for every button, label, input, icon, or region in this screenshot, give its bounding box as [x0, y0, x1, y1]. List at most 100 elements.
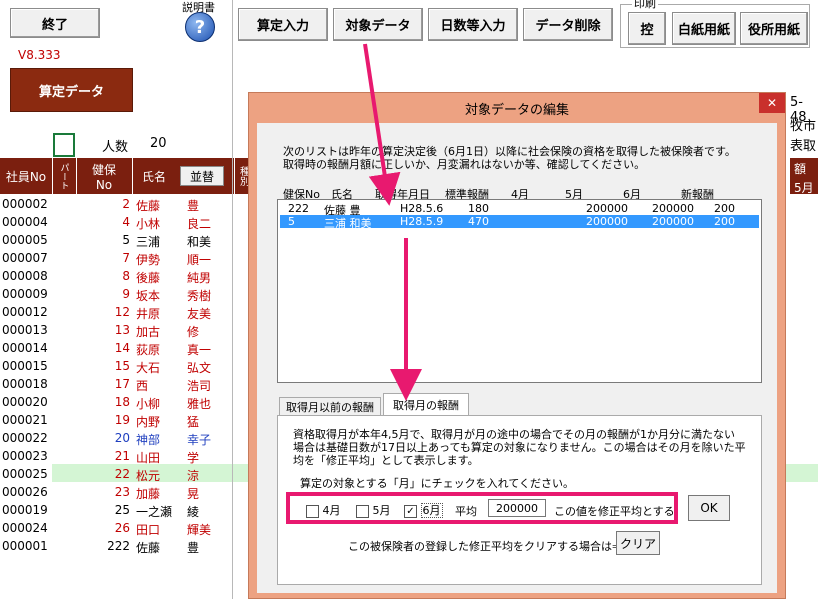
sort-button[interactable]: 並替 [180, 166, 224, 186]
kenpo-no: 9 [122, 287, 130, 301]
table-row[interactable]: 000009 9 坂本 秀樹 [0, 286, 250, 304]
record-m5: 200000 [586, 215, 628, 228]
edit-dialog: 対象データの編集 ✕ 次のリストは昨年の算定決定後（6月1日）以降に社会保険の資… [248, 92, 786, 599]
tab-acquisition-month[interactable]: 取得月の報酬 [383, 393, 469, 416]
table-row[interactable]: 000004 4 小林 良二 [0, 214, 250, 232]
blank-paper-button[interactable]: 白紙用紙 [672, 12, 736, 45]
delete-data-button[interactable]: データ削除 [523, 8, 613, 41]
first-name: 雅也 [187, 397, 212, 411]
first-name: 真一 [187, 343, 212, 357]
selected-cell-marker [53, 133, 75, 157]
kenpo-no: 22 [114, 467, 130, 481]
table-row[interactable]: 000018 17 西 浩司 [0, 376, 250, 394]
first-name: 晃 [187, 487, 200, 501]
target-data-button[interactable]: 対象データ [333, 8, 423, 41]
table-row[interactable]: 000005 5 三浦 和美 [0, 232, 250, 250]
month5-check[interactable]: 5月 [356, 502, 391, 518]
table-row[interactable]: 000026 23 加藤 晃 [0, 484, 250, 502]
month6-label: 6月 [420, 503, 443, 518]
emp-no: 000024 [2, 521, 48, 535]
record-name: 三浦 和美 [324, 217, 372, 230]
table-row[interactable]: 000013 13 加古 修 [0, 322, 250, 340]
first-name: 浩司 [187, 379, 212, 393]
average-input[interactable]: 200000 [488, 499, 546, 517]
first-name: 涼 [187, 469, 200, 483]
record-listbox[interactable]: 222 佐藤 豊 H28.5.6 180 200000 200000 200 5 三浦 和美 H2… [277, 199, 762, 383]
dialog-title: 対象データの編集 [464, 103, 569, 118]
right-edge-text-4: 額 [794, 162, 807, 176]
last-name: 加藤 [136, 487, 161, 501]
dialog-body: 次のリストは昨年の算定決定後（6月1日）以降に社会保険の資格を取得した被保険者で… [257, 123, 777, 593]
last-name: 神部 [136, 433, 161, 447]
kenpo-no: 14 [114, 341, 130, 355]
kenpo-no: 21 [114, 449, 130, 463]
table-row[interactable]: 000022 20 神部 幸子 [0, 430, 250, 448]
help-icon[interactable]: ? [185, 12, 215, 42]
last-name: 伊勢 [136, 253, 161, 267]
first-name: 純男 [187, 271, 212, 285]
table-row[interactable]: 000025 22 松元 涼 [0, 466, 250, 484]
table-row[interactable]: 000014 14 荻原 真一 [0, 340, 250, 358]
table-row[interactable]: 000020 18 小柳 雅也 [0, 394, 250, 412]
record-row[interactable]: 222 佐藤 豊 H28.5.6 180 200000 200000 200 [280, 202, 759, 217]
last-name: 小林 [136, 217, 161, 231]
santei-data-button[interactable]: 算定データ [10, 68, 133, 112]
last-name: 大石 [136, 361, 161, 375]
header-emp-no: 社員No [5, 169, 47, 184]
record-row[interactable]: 5 三浦 和美 H28.5.9 470 200000 200000 200 [280, 215, 759, 230]
record-std: 180 [468, 202, 489, 215]
emp-no: 000009 [2, 287, 48, 301]
month4-check[interactable]: 4月 [306, 502, 341, 518]
first-name: 綾 [187, 505, 200, 519]
table-row[interactable]: 000002 2 佐藤 豊 [0, 196, 250, 214]
end-button[interactable]: 終了 [10, 8, 100, 38]
emp-no: 000014 [2, 341, 48, 355]
average-label: 平均 [455, 505, 477, 518]
tab-before-month[interactable]: 取得月以前の報酬 [279, 397, 381, 415]
first-name: 豊 [187, 541, 200, 555]
santei-input-button[interactable]: 算定入力 [238, 8, 328, 41]
ok-button[interactable]: OK [688, 495, 730, 521]
record-date: H28.5.6 [400, 202, 444, 215]
record-column-headers: 健保No 氏名 取得年月日 標準報酬 4月 5月 6月 新報酬 [283, 186, 763, 201]
emp-no: 000026 [2, 485, 48, 499]
dialog-close-button[interactable]: ✕ [759, 93, 785, 113]
table-row[interactable]: 000015 15 大石 弘文 [0, 358, 250, 376]
month6-check[interactable]: ✓ 6月 [404, 502, 443, 518]
month6-checkbox[interactable]: ✓ [404, 504, 417, 518]
clear-button[interactable]: クリア [616, 531, 660, 555]
table-row[interactable]: 000007 7 伊勢 順一 [0, 250, 250, 268]
right-edge-text-2: 牧市 [790, 119, 817, 134]
check-instruction: 算定の対象とする「月」にチェックを入れてください。 [300, 477, 575, 490]
month5-checkbox[interactable] [356, 504, 369, 518]
table-row[interactable]: 000008 8 後藤 純男 [0, 268, 250, 286]
last-name: 一之瀬 [136, 505, 173, 519]
table-row[interactable]: 000021 19 内野 猛 [0, 412, 250, 430]
last-name: 加古 [136, 325, 161, 339]
copy-print-button[interactable]: 控 [628, 12, 666, 45]
kenpo-no: 8 [122, 269, 130, 283]
table-row[interactable]: 000023 21 山田 学 [0, 448, 250, 466]
emp-no: 000022 [2, 431, 48, 445]
office-paper-button[interactable]: 役所用紙 [740, 12, 808, 45]
kenpo-no: 15 [114, 359, 130, 373]
table-row[interactable]: 000001 222 佐藤 豊 [0, 538, 250, 556]
header-kenpo-no: 健保No [91, 162, 116, 192]
table-row[interactable]: 000024 26 田口 輝美 [0, 520, 250, 538]
last-name: 山田 [136, 451, 161, 465]
last-name: 後藤 [136, 271, 161, 285]
last-name: 内野 [136, 415, 161, 429]
list-header: 社員No パート 健保No 氏名 並替 種別 [0, 158, 250, 194]
first-name: 和美 [187, 235, 212, 249]
month4-checkbox[interactable] [306, 504, 319, 518]
emp-no: 000004 [2, 215, 48, 229]
clear-note: この被保険者の登録した修正平均をクリアする場合は⇒ [348, 540, 622, 553]
last-name: 荻原 [136, 343, 161, 357]
last-name: 三浦 [136, 235, 161, 249]
days-input-button[interactable]: 日数等入力 [428, 8, 518, 41]
table-row[interactable]: 000012 12 井原 友美 [0, 304, 250, 322]
emp-no: 000015 [2, 359, 48, 373]
first-name: 猛 [187, 415, 200, 429]
table-row[interactable]: 000019 25 一之瀬綾 [0, 502, 250, 520]
first-name: 秀樹 [187, 289, 212, 303]
